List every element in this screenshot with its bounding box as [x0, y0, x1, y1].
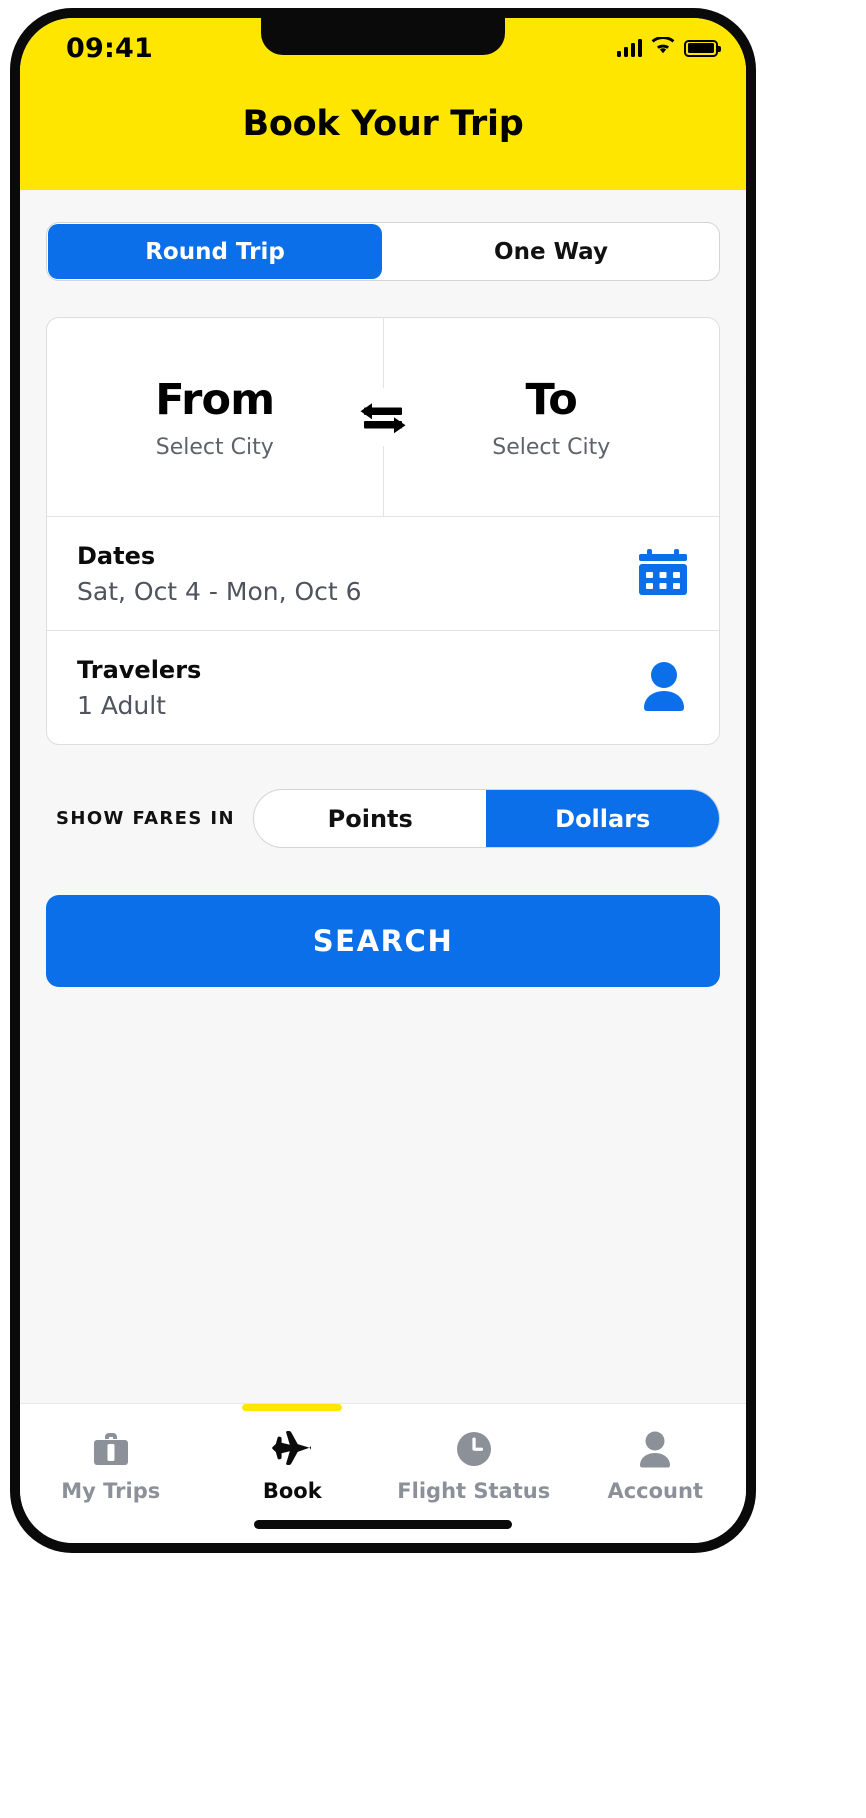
clock-icon: [455, 1430, 493, 1468]
origin-value: Select City: [155, 434, 274, 460]
search-button[interactable]: SEARCH: [46, 895, 720, 987]
person-icon: [636, 1430, 674, 1468]
main-content: Round Trip One Way From Select City To S…: [20, 190, 746, 1403]
dates-value: Sat, Oct 4 - Mon, Oct 6: [77, 576, 362, 606]
show-fares-label: SHOW FARES IN: [56, 808, 235, 829]
nav-label-flight-status: Flight Status: [397, 1479, 551, 1503]
wifi-icon: [651, 36, 675, 59]
swap-horizontal-arrows-icon[interactable]: [346, 388, 420, 446]
phone-screen: 09:41 Book Your Trip Round Trip One Way: [20, 18, 746, 1543]
person-icon: [639, 660, 689, 716]
travelers-value: 1 Adult: [77, 690, 166, 720]
briefcase-icon: [92, 1430, 130, 1468]
nav-label-book: Book: [262, 1479, 322, 1503]
destination-label: To: [525, 374, 578, 425]
travelers-row[interactable]: Travelers 1 Adult: [47, 630, 719, 744]
origin-destination-row: From Select City To Select City: [47, 318, 719, 516]
tab-round-trip[interactable]: Round Trip: [48, 224, 382, 279]
app-header: 09:41 Book Your Trip: [20, 18, 746, 190]
search-card: From Select City To Select City Dates Sa…: [46, 317, 720, 745]
destination-value: Select City: [492, 434, 611, 460]
silent-switch[interactable]: [12, 240, 17, 286]
nav-label-my-trips: My Trips: [61, 1479, 161, 1503]
show-fares-row: SHOW FARES IN Points Dollars: [46, 789, 720, 848]
fare-option-dollars[interactable]: Dollars: [486, 790, 719, 847]
tab-one-way[interactable]: One Way: [384, 224, 718, 279]
origin-selector[interactable]: From Select City: [47, 318, 384, 516]
dates-label: Dates: [77, 541, 156, 570]
airplane-icon: [271, 1430, 313, 1468]
destination-selector[interactable]: To Select City: [384, 318, 720, 516]
home-indicator[interactable]: [254, 1520, 512, 1529]
nav-item-account[interactable]: Account: [565, 1408, 747, 1543]
page-title: Book Your Trip: [242, 104, 524, 144]
battery-icon: [684, 39, 721, 57]
cellular-signal-icon: [616, 39, 642, 57]
origin-label: From: [155, 374, 275, 425]
fares-currency-toggle[interactable]: Points Dollars: [252, 789, 720, 848]
device-notch: [261, 18, 505, 55]
active-tab-indicator: [242, 1404, 343, 1411]
phone-frame: 09:41 Book Your Trip Round Trip One Way: [10, 8, 756, 1553]
nav-label-account: Account: [607, 1479, 703, 1503]
volume-down-button[interactable]: [12, 428, 17, 512]
status-bar-time: 09:41: [66, 32, 153, 64]
trip-type-toggle[interactable]: Round Trip One Way: [46, 222, 720, 281]
travelers-text: Travelers 1 Adult: [77, 656, 201, 720]
nav-item-my-trips[interactable]: My Trips: [20, 1408, 202, 1543]
calendar-icon: [637, 547, 689, 601]
status-bar-icons: [616, 36, 721, 59]
dates-row[interactable]: Dates Sat, Oct 4 - Mon, Oct 6: [47, 516, 719, 630]
fare-option-points[interactable]: Points: [254, 790, 487, 847]
power-button[interactable]: [749, 378, 754, 498]
volume-up-button[interactable]: [12, 326, 17, 410]
travelers-label: Travelers: [77, 655, 202, 684]
dates-text: Dates Sat, Oct 4 - Mon, Oct 6: [77, 542, 362, 606]
